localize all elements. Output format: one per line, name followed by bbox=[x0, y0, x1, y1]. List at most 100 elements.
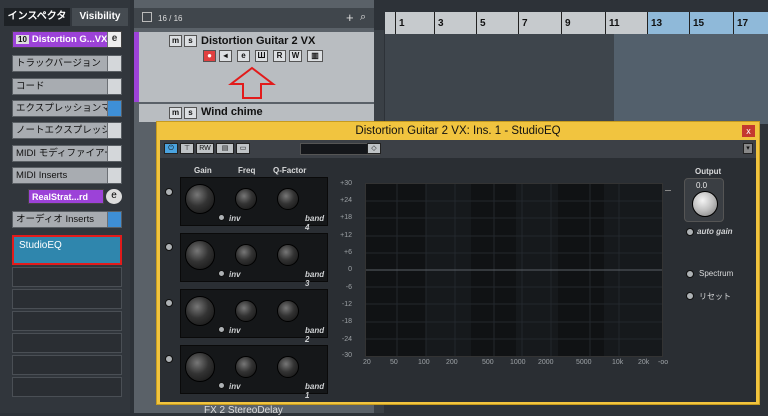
solo-button[interactable]: s bbox=[184, 107, 197, 119]
insert-slot-studioeq[interactable]: StudioEQ bbox=[12, 235, 122, 265]
bar-number: 17 bbox=[733, 12, 768, 34]
x-tick-label: 50 bbox=[390, 359, 398, 366]
mute-button[interactable]: m bbox=[169, 107, 182, 119]
insert-slot-empty[interactable] bbox=[12, 267, 122, 287]
x-tick-label: 100 bbox=[418, 359, 430, 366]
insert-slot-empty[interactable] bbox=[12, 289, 122, 309]
gain-knob[interactable] bbox=[185, 184, 215, 214]
band-power-button[interactable] bbox=[165, 188, 173, 196]
freq-knob[interactable] bbox=[235, 188, 257, 210]
inv-button[interactable] bbox=[218, 270, 225, 277]
band-label: band 1 bbox=[305, 382, 325, 400]
x-tick-label: 1000 bbox=[510, 359, 526, 366]
q-knob[interactable] bbox=[277, 188, 299, 210]
midi-insert-slot[interactable]: RealStrat...rd bbox=[28, 189, 104, 204]
gain-knob[interactable] bbox=[185, 352, 215, 382]
output-knob[interactable] bbox=[692, 191, 718, 217]
bar-number: 11 bbox=[605, 12, 620, 34]
edit-icon[interactable]: e bbox=[107, 32, 121, 47]
freq-knob[interactable] bbox=[235, 244, 257, 266]
insert-slot-empty[interactable] bbox=[12, 333, 122, 353]
preset-menu-icon[interactable]: ◇ bbox=[367, 143, 381, 154]
inspector-note-expression[interactable]: ノートエクスプレッション bbox=[12, 122, 122, 139]
chevron-down-icon[interactable]: ▾ bbox=[743, 143, 753, 154]
insert-slot-empty[interactable] bbox=[12, 377, 122, 397]
rw-button[interactable]: RW bbox=[196, 143, 214, 154]
inspector-panel: インスペクター Visibility 10Distortion G...VX e… bbox=[0, 0, 130, 413]
audio-inserts-icon bbox=[107, 212, 121, 227]
insert-slot-empty[interactable] bbox=[12, 355, 122, 375]
search-icon[interactable]: ⌕ bbox=[360, 11, 366, 24]
freq-knob[interactable] bbox=[235, 356, 257, 378]
spectrum-button[interactable] bbox=[686, 270, 694, 278]
track-count: 16 / 16 bbox=[158, 14, 183, 23]
mute-button[interactable]: m bbox=[169, 35, 182, 47]
output-label: Output bbox=[695, 167, 722, 176]
freq-knob[interactable] bbox=[235, 300, 257, 322]
inspector-audio-inserts[interactable]: オーディオ Inserts bbox=[12, 211, 122, 228]
x-tick-label: -oo bbox=[658, 359, 669, 366]
inspector-expression-map[interactable]: エクスプレッションマップ bbox=[12, 100, 122, 117]
tab-inspector[interactable]: インスペクター bbox=[4, 8, 70, 40]
write-button[interactable]: W bbox=[289, 50, 302, 62]
close-icon[interactable]: x bbox=[742, 125, 755, 137]
inspector-chord[interactable]: コード bbox=[12, 78, 122, 95]
bar-number: 9 bbox=[561, 12, 571, 34]
inv-button[interactable] bbox=[218, 382, 225, 389]
timeline-ruler[interactable]: 1 3 5 7 9 11 13 15 17 bbox=[385, 12, 768, 34]
bar-number: 3 bbox=[434, 12, 444, 34]
insert-slot-empty[interactable] bbox=[12, 311, 122, 331]
edit-icon[interactable]: e bbox=[106, 189, 122, 204]
instrument-button[interactable]: Ш bbox=[255, 50, 268, 62]
inspector-midi-inserts[interactable]: MIDI Inserts bbox=[12, 167, 122, 184]
gain-knob[interactable] bbox=[185, 296, 215, 326]
bar-number: 5 bbox=[476, 12, 486, 34]
project-area[interactable] bbox=[385, 34, 768, 124]
inv-button[interactable] bbox=[218, 214, 225, 221]
cycle-region bbox=[614, 34, 768, 124]
edit-button[interactable]: e bbox=[237, 50, 250, 62]
plugin-toolbar: ⏻ ⊤ RW ▤ ▭ ◇ ▾ bbox=[160, 140, 756, 158]
label: オーディオ Inserts bbox=[16, 214, 94, 225]
read-button[interactable]: R bbox=[273, 50, 286, 62]
eq-graph[interactable] bbox=[365, 183, 663, 357]
reset-button[interactable] bbox=[686, 292, 694, 300]
bar-number: 1 bbox=[395, 12, 405, 34]
y-tick-label: -18 bbox=[341, 318, 352, 325]
inspector-midi-modifiers[interactable]: MIDI モディファイアー bbox=[12, 145, 122, 162]
plugin-window: Distortion Guitar 2 VX: Ins. 1 - StudioE… bbox=[156, 121, 760, 405]
ab-button[interactable]: ▤ bbox=[216, 143, 234, 154]
power-button[interactable]: ⏻ bbox=[164, 143, 178, 154]
list-icon[interactable] bbox=[142, 12, 152, 22]
auto-gain-button[interactable] bbox=[686, 228, 694, 236]
q-knob[interactable] bbox=[277, 300, 299, 322]
inv-label: inv bbox=[229, 214, 241, 223]
track-2[interactable]: m s Wind chime bbox=[139, 104, 374, 122]
solo-button[interactable]: s bbox=[184, 35, 197, 47]
q-knob[interactable] bbox=[277, 356, 299, 378]
record-button[interactable]: ● bbox=[203, 50, 216, 62]
meter-mark bbox=[665, 190, 671, 191]
track-1[interactable]: m s Distortion Guitar 2 VX ● ◂ e Ш R W ▥ bbox=[139, 32, 374, 102]
eq-band-3: inv band 3 bbox=[180, 233, 328, 288]
monitor-button[interactable]: ◂ bbox=[219, 50, 232, 62]
band-power-button[interactable] bbox=[165, 355, 173, 363]
y-tick-label: +24 bbox=[340, 197, 352, 204]
lanes-button[interactable]: ▥ bbox=[307, 50, 323, 62]
settings-button[interactable]: ▭ bbox=[236, 143, 250, 154]
band-power-button[interactable] bbox=[165, 243, 173, 251]
track-number: 10 bbox=[16, 35, 29, 44]
track-name: Distortion Guitar 2 VX bbox=[201, 35, 316, 47]
q-knob[interactable] bbox=[277, 244, 299, 266]
band-power-button[interactable] bbox=[165, 299, 173, 307]
tab-visibility[interactable]: Visibility bbox=[72, 8, 128, 26]
add-track-icon[interactable]: + bbox=[346, 10, 354, 25]
freq-header: Freq bbox=[238, 166, 256, 175]
gain-knob[interactable] bbox=[185, 240, 215, 270]
eq-band-1: inv band 1 bbox=[180, 345, 328, 400]
inv-button[interactable] bbox=[218, 326, 225, 333]
inspector-track-versions[interactable]: トラックバージョン bbox=[12, 55, 122, 72]
bypass-button[interactable]: ⊤ bbox=[180, 143, 194, 154]
inspector-track-header[interactable]: 10 Distortion G...VX e bbox=[12, 31, 122, 48]
x-tick-label: 20k bbox=[638, 359, 650, 366]
